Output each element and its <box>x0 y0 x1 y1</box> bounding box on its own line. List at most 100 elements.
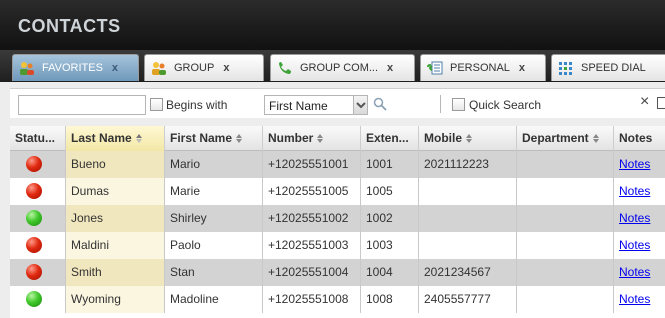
last-name-cell: Smith <box>66 259 165 286</box>
begins-with-checkbox[interactable] <box>150 98 163 111</box>
column-header-last-name[interactable]: Last Name <box>66 126 165 151</box>
notes-cell: Notes <box>614 286 665 313</box>
tab-personal-close-icon[interactable]: x <box>519 62 525 74</box>
column-header-number[interactable]: Number <box>263 126 361 151</box>
title-bar: CONTACTS <box>0 0 665 50</box>
mobile-cell <box>419 178 517 205</box>
column-header-mobile[interactable]: Mobile <box>419 126 517 151</box>
mobile-cell: 2021234567 <box>419 259 517 286</box>
table-row[interactable]: Jones Shirley +12025551002 1002 Notes <box>10 205 665 232</box>
number-cell: +12025551003 <box>263 232 361 259</box>
contacts-table: Statu... Last Name First Name Number Ext… <box>10 126 665 318</box>
tab-favorites-close-icon[interactable]: x <box>112 62 118 74</box>
search-icon[interactable] <box>373 97 387 111</box>
notes-cell: Notes <box>614 151 665 178</box>
table-row[interactable]: Bueno Mario +12025551001 1001 2021112223… <box>10 151 665 178</box>
notes-link[interactable]: Notes <box>619 157 650 171</box>
table-row[interactable]: Wyoming Madoline +12025551008 1008 24055… <box>10 286 665 313</box>
department-cell <box>517 286 614 313</box>
last-name-cell: Dumas <box>66 178 165 205</box>
tab-group-common-close-icon[interactable]: x <box>387 62 393 74</box>
number-cell: +12025551001 <box>263 151 361 178</box>
quick-search-checkbox[interactable] <box>452 98 465 111</box>
tab-group-label: GROUP <box>174 62 215 74</box>
search-field-select[interactable]: First Name <box>264 95 368 115</box>
status-cell <box>10 286 66 313</box>
tab-speed-dial[interactable]: SPEED DIAL <box>551 54 665 81</box>
table-row[interactable]: Dumas Marie +12025551005 1005 Notes <box>10 178 665 205</box>
group-people-icon <box>152 62 166 75</box>
notes-cell: Notes <box>614 178 665 205</box>
column-header-department[interactable]: Department <box>517 126 614 151</box>
window-title: CONTACTS <box>18 16 121 36</box>
mobile-cell <box>419 232 517 259</box>
tab-group-common[interactable]: GROUP COM... x <box>270 54 415 81</box>
status-cell <box>10 259 66 286</box>
extension-cell: 1005 <box>361 178 419 205</box>
last-name-cell: Bueno <box>66 151 165 178</box>
status-cell <box>10 205 66 232</box>
last-name-cell: Wyoming <box>66 286 165 313</box>
notes-cell: Notes <box>614 259 665 286</box>
column-header-status[interactable]: Statu... <box>10 126 66 151</box>
extension-cell: 1001 <box>361 151 419 178</box>
notes-link[interactable]: Notes <box>619 265 650 279</box>
first-name-cell: Shirley <box>165 205 263 232</box>
number-cell: +12025551005 <box>263 178 361 205</box>
tab-group-close-icon[interactable]: x <box>223 62 229 74</box>
popout-window-icon[interactable] <box>657 97 665 109</box>
clear-search-icon[interactable]: × <box>640 93 649 111</box>
notes-link[interactable]: Notes <box>619 211 650 225</box>
begins-with-label: Begins with <box>166 98 228 112</box>
extension-cell: 1003 <box>361 232 419 259</box>
status-busy-icon <box>26 183 42 199</box>
status-busy-icon <box>26 237 42 253</box>
last-name-cell: Maldini <box>66 232 165 259</box>
notes-link[interactable]: Notes <box>619 238 650 252</box>
mobile-cell <box>419 205 517 232</box>
group-common-phone-icon <box>279 62 291 74</box>
status-available-icon <box>26 291 42 307</box>
tab-favorites[interactable]: FAVORITES x <box>12 54 139 81</box>
column-header-notes[interactable]: Notes <box>614 126 665 151</box>
status-available-icon <box>26 210 42 226</box>
department-cell <box>517 151 614 178</box>
search-input[interactable] <box>18 95 146 115</box>
search-toolbar: Begins with First Name Quick Search × <box>10 88 665 118</box>
column-header-extension[interactable]: Exten... <box>361 126 419 151</box>
department-cell <box>517 259 614 286</box>
chevron-down-icon[interactable] <box>353 96 367 114</box>
last-name-cell: Jones <box>66 205 165 232</box>
notes-cell: Notes <box>614 232 665 259</box>
first-name-cell: Madoline <box>165 286 263 313</box>
notes-link[interactable]: Notes <box>619 292 650 306</box>
first-name-cell: Mario <box>165 151 263 178</box>
extension-cell: 1002 <box>361 205 419 232</box>
tab-personal[interactable]: PERSONAL x <box>420 54 546 81</box>
column-header-first-name[interactable]: First Name <box>165 126 263 151</box>
first-name-cell: Marie <box>165 178 263 205</box>
tab-personal-label: PERSONAL <box>450 62 510 74</box>
sort-icon <box>236 134 243 143</box>
table-row[interactable]: Maldini Paolo +12025551003 1003 Notes <box>10 232 665 259</box>
mobile-cell: 2405557777 <box>419 286 517 313</box>
search-field-select-value: First Name <box>269 99 328 113</box>
status-busy-icon <box>26 264 42 280</box>
speed-dial-grid-icon <box>559 62 572 75</box>
table-header-row: Statu... Last Name First Name Number Ext… <box>10 126 665 151</box>
table-row[interactable]: Smith Stan +12025551004 1004 2021234567 … <box>10 259 665 286</box>
tab-group-common-label: GROUP COM... <box>300 62 379 74</box>
department-cell <box>517 205 614 232</box>
number-cell: +12025551004 <box>263 259 361 286</box>
sort-ascending-icon <box>135 134 142 143</box>
notes-cell: Notes <box>614 205 665 232</box>
department-cell <box>517 232 614 259</box>
status-cell <box>10 178 66 205</box>
sort-icon <box>317 134 324 143</box>
mobile-cell: 2021112223 <box>419 151 517 178</box>
toolbar-divider <box>440 95 441 113</box>
tab-group[interactable]: GROUP x <box>144 54 264 81</box>
tab-favorites-label: FAVORITES <box>42 62 103 74</box>
department-cell <box>517 178 614 205</box>
notes-link[interactable]: Notes <box>619 184 650 198</box>
